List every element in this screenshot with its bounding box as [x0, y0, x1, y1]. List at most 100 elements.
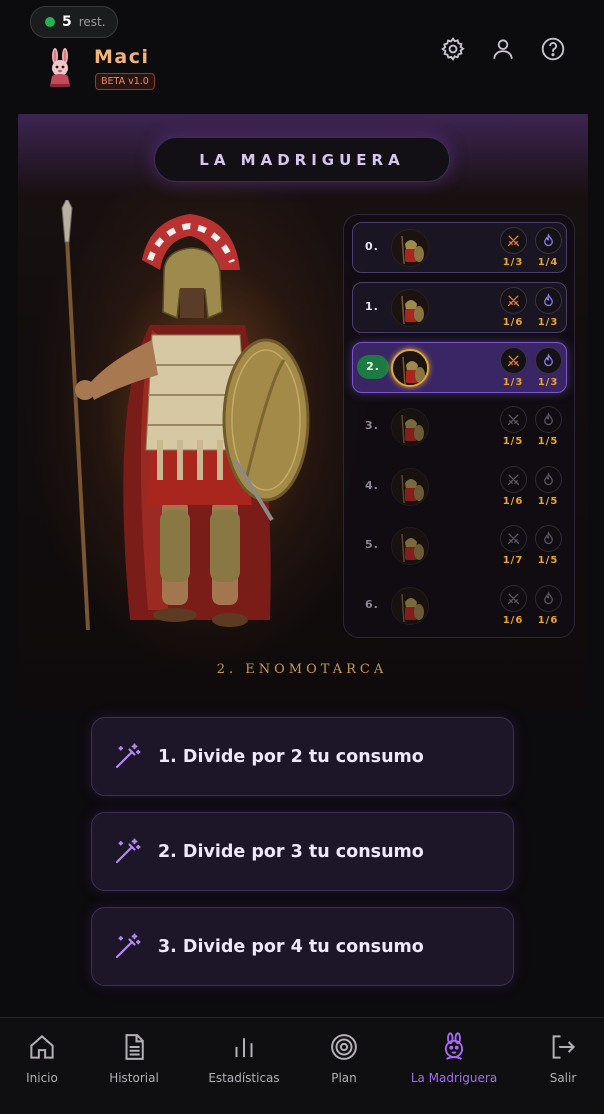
nav-item-salir[interactable]: Salir — [543, 1032, 583, 1092]
status-count: 5 — [62, 14, 72, 30]
stat-value: 1/6 — [502, 317, 524, 328]
current-rank-caption: 2. ENOMOTARCA — [216, 662, 388, 677]
status-unit: rest. — [78, 15, 106, 29]
bottom-nav — [0, 1017, 604, 1114]
logout-icon — [552, 1035, 576, 1059]
home-icon — [30, 1035, 54, 1059]
status-dot — [45, 17, 55, 27]
magic-wand-icon — [115, 742, 141, 768]
stat-value: 1/6 — [537, 615, 559, 626]
rank-row[interactable]: 0. 1/3 1/4 — [352, 222, 567, 273]
rank-warrior-thumbnail — [391, 527, 429, 565]
rank-row[interactable]: 6. 1/6 1/6 — [352, 580, 567, 631]
stat-value: 1/7 — [502, 555, 524, 566]
stat-fire: 1/5 — [533, 466, 563, 510]
stat-fire: 1/5 — [533, 525, 563, 569]
benefit-label: 2. Divide por 3 tu consumo — [158, 841, 424, 862]
nav-item-plan[interactable]: Plan — [324, 1032, 364, 1092]
rabbit-avatar-icon — [50, 48, 70, 87]
rank-row[interactable]: 4. 1/6 1/5 — [352, 461, 567, 512]
document-icon — [125, 1034, 144, 1060]
nav-label: Inicio — [26, 1071, 58, 1085]
rank-row[interactable]: 3. 1/5 1/5 — [352, 401, 567, 452]
stat-attack: 1/6 — [498, 585, 528, 629]
sword-icon — [499, 406, 527, 433]
rank-row[interactable]: 5. 1/7 1/5 — [352, 520, 567, 571]
nav-label: Historial — [109, 1071, 159, 1085]
nav-item-estadisticas[interactable]: Estadísticas — [204, 1032, 284, 1092]
stat-value: 1/3 — [502, 257, 524, 268]
stat-fire: 1/6 — [533, 585, 563, 629]
help-button[interactable] — [540, 36, 566, 62]
flame-icon — [534, 287, 562, 314]
flame-icon — [534, 585, 562, 612]
status-pill: 5 rest. — [30, 6, 118, 38]
nav-label: Plan — [331, 1071, 357, 1085]
nav-item-inicio[interactable]: Inicio — [22, 1032, 62, 1092]
rank-number: 5. — [365, 538, 379, 551]
profile-button[interactable] — [490, 36, 516, 62]
nav-item-historial[interactable]: Historial — [104, 1032, 164, 1092]
settings-button[interactable] — [440, 36, 466, 62]
sword-icon — [499, 287, 527, 314]
rank-number: 6. — [365, 598, 379, 611]
stat-fire: 1/4 — [533, 227, 563, 271]
rank-warrior-thumbnail — [391, 408, 429, 446]
target-icon — [331, 1034, 357, 1060]
stat-attack: 1/6 — [498, 466, 528, 510]
stat-value: 1/6 — [502, 615, 524, 626]
stat-value: 1/3 — [537, 377, 559, 388]
rank-number: 2. — [357, 355, 389, 379]
benefit-card[interactable]: 3. Divide por 4 tu consumo — [91, 907, 514, 986]
stat-attack: 1/6 — [498, 287, 528, 331]
stat-value: 1/4 — [537, 257, 559, 268]
rank-row[interactable]: 1. 1/6 1/3 — [352, 282, 567, 333]
rank-warrior-thumbnail — [391, 289, 429, 327]
flame-icon — [534, 466, 562, 493]
flame-icon — [534, 227, 562, 254]
sword-icon — [499, 227, 527, 254]
magic-wand-icon — [115, 932, 141, 958]
sword-icon — [499, 525, 527, 552]
spartan-warrior-illustration — [61, 200, 310, 631]
nav-label: La Madriguera — [410, 1071, 498, 1085]
rank-warrior-thumbnail — [391, 349, 429, 387]
benefit-card[interactable]: 2. Divide por 3 tu consumo — [91, 812, 514, 891]
stat-value: 1/5 — [537, 436, 559, 447]
rank-row[interactable]: 2. 1/3 1/3 — [352, 342, 567, 393]
stat-attack: 1/3 — [498, 227, 528, 271]
flame-icon — [534, 406, 562, 433]
stat-value: 1/3 — [502, 377, 524, 388]
benefit-label: 1. Divide por 2 tu consumo — [158, 746, 424, 767]
stat-attack: 1/5 — [498, 406, 528, 450]
user-icon — [493, 39, 513, 59]
nav-label: Estadísticas — [208, 1071, 280, 1085]
rank-warrior-thumbnail — [391, 468, 429, 506]
rank-number: 3. — [365, 419, 379, 432]
stat-value: 1/3 — [537, 317, 559, 328]
benefit-label: 3. Divide por 4 tu consumo — [158, 936, 424, 957]
stat-fire: 1/3 — [533, 287, 563, 331]
user-name: Maci — [94, 46, 150, 68]
avatar[interactable] — [44, 48, 76, 88]
rank-warrior-thumbnail — [391, 587, 429, 625]
nav-item-la-madriguera[interactable]: La Madriguera — [404, 1032, 504, 1092]
rabbit-icon — [444, 1032, 464, 1060]
benefit-card[interactable]: 1. Divide por 2 tu consumo — [91, 717, 514, 796]
stat-fire: 1/3 — [533, 347, 563, 391]
magic-wand-icon — [115, 837, 141, 863]
rank-warrior-thumbnail — [391, 229, 429, 267]
bar-chart-icon — [235, 1038, 253, 1057]
rank-number: 1. — [365, 300, 379, 313]
sword-icon — [499, 585, 527, 612]
flame-icon — [534, 347, 562, 374]
beta-badge: BETA v1.0 — [95, 73, 155, 90]
rank-number: 4. — [365, 479, 379, 492]
stat-value: 1/5 — [502, 436, 524, 447]
rank-number: 0. — [365, 240, 379, 253]
stat-value: 1/5 — [537, 496, 559, 507]
stat-fire: 1/5 — [533, 406, 563, 450]
flame-icon — [534, 525, 562, 552]
sword-icon — [499, 347, 527, 374]
stat-value: 1/6 — [502, 496, 524, 507]
